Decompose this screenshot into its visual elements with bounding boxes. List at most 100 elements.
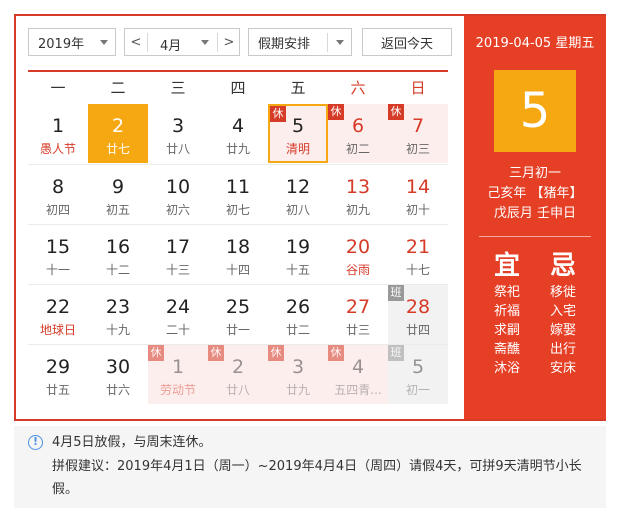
calendar-day-cell[interactable]: 休 2 廿八 [208, 345, 268, 404]
holiday-badge: 休 [388, 104, 404, 120]
calendar-week-row: 1 愚人节 2 廿七 3 廿八 4 廿九 休 5 清明 休 6 初二 休 7 初… [28, 104, 448, 164]
weekday-label: 一 [50, 79, 66, 97]
holiday-calendar-widget: 2019年 < 4月 > 假期安排 返回今天 一 二 三 四 五 六 日 1 愚… [14, 14, 606, 421]
calendar-day-cell[interactable]: 22 地球日 [28, 285, 88, 344]
lunar-label: 初五 [105, 203, 130, 217]
calendar-day-cell[interactable]: 休 3 廿九 [268, 345, 328, 404]
yi-heading: 宜 [493, 251, 520, 281]
lunar-label: 清明 [285, 142, 310, 156]
calendar-day-cell[interactable]: 3 廿八 [148, 104, 208, 163]
calendar-day-cell[interactable]: 27 廿三 [328, 285, 388, 344]
calendar-day-cell[interactable]: 15 十一 [28, 225, 88, 284]
calendar-day-cell[interactable]: 25 廿一 [208, 285, 268, 344]
calendar-week-row: 8 初四 9 初五 10 初六 11 初七 12 初八 13 初九 14 初十 [28, 164, 448, 224]
calendar-day-cell[interactable]: 16 十二 [88, 225, 148, 284]
day-number: 21 [405, 236, 431, 258]
day-number: 14 [405, 176, 431, 198]
yi-item: 斋醮 [493, 342, 520, 357]
lunar-date: 三月初一 [508, 166, 561, 181]
day-number: 3 [291, 356, 305, 378]
day-number: 17 [165, 236, 191, 258]
lunar-label: 初三 [405, 142, 430, 156]
day-number: 10 [165, 176, 191, 198]
calendar-day-cell[interactable]: 26 廿二 [268, 285, 328, 344]
calendar-day-cell[interactable]: 20 谷雨 [328, 225, 388, 284]
chevron-down-icon [100, 40, 108, 45]
lunar-label: 廿六 [105, 383, 130, 397]
calendar-day-cell[interactable]: 8 初四 [28, 165, 88, 224]
lunar-label: 十四 [225, 263, 250, 277]
ji-item: 入宅 [549, 304, 576, 319]
day-number: 18 [225, 236, 251, 258]
calendar-day-cell[interactable]: 29 廿五 [28, 345, 88, 404]
calendar-week-row: 15 十一 16 十二 17 十三 18 十四 19 十五 20 谷雨 21 十… [28, 224, 448, 284]
lunar-label: 廿九 [285, 383, 310, 397]
calendar-day-cell[interactable]: 9 初五 [88, 165, 148, 224]
calendar-day-cell[interactable]: 18 十四 [208, 225, 268, 284]
day-number: 30 [105, 356, 131, 378]
yi-item: 祭祀 [493, 285, 520, 300]
ji-column: 忌 移徙 入宅 嫁娶 出行 安床 [535, 249, 591, 378]
calendar-day-cell[interactable]: 30 廿六 [88, 345, 148, 404]
day-number: 13 [345, 176, 371, 198]
calendar-grid: 1 愚人节 2 廿七 3 廿八 4 廿九 休 5 清明 休 6 初二 休 7 初… [28, 104, 448, 404]
lunar-label: 廿四 [405, 323, 430, 337]
lunar-label: 谷雨 [345, 263, 370, 277]
ji-item: 移徙 [549, 285, 576, 300]
month-select-value[interactable]: 4月 [151, 35, 181, 54]
day-number: 25 [225, 296, 251, 318]
calendar-day-cell[interactable]: 4 廿九 [208, 104, 268, 163]
day-number: 16 [105, 236, 131, 258]
calendar-day-cell[interactable]: 班 5 初一 [388, 345, 448, 404]
lunar-label: 十九 [105, 323, 130, 337]
calendar-day-cell-selected[interactable]: 2 廿七 [88, 104, 148, 163]
lunar-label: 五四青... [334, 383, 382, 397]
weekday-label: 五 [290, 79, 306, 97]
calendar-day-cell[interactable]: 休 1 劳动节 [148, 345, 208, 404]
calendar-day-cell[interactable]: 班 28 廿四 [388, 285, 448, 344]
calendar-day-cell[interactable]: 休 6 初二 [328, 104, 388, 163]
weekday-label: 六 [350, 79, 366, 97]
lunar-label: 初一 [405, 383, 430, 397]
calendar-day-cell[interactable]: 休 7 初三 [388, 104, 448, 163]
ji-item: 嫁娶 [549, 323, 576, 338]
calendar-day-cell[interactable]: 24 二十 [148, 285, 208, 344]
calendar-week-row: 29 廿五 30 廿六 休 1 劳动节 休 2 廿八 休 3 廿九 休 4 五四… [28, 344, 448, 404]
calendar-day-cell[interactable]: 10 初六 [148, 165, 208, 224]
holiday-badge: 休 [270, 106, 286, 122]
calendar-day-cell[interactable]: 1 愚人节 [28, 104, 88, 163]
weekday-label: 二 [110, 79, 126, 97]
lunar-label: 廿五 [45, 383, 70, 397]
tip-line-1: 4月5日放假，与周末连休。 [52, 435, 212, 450]
year-select[interactable]: 2019年 [28, 28, 116, 56]
holiday-select[interactable]: 假期安排 [248, 28, 352, 56]
yi-ji-section: 宜 祭祀 祈福 求嗣 斋醮 沐浴 忌 移徙 入宅 嫁娶 出行 安床 [464, 249, 606, 378]
calendar-day-cell[interactable]: 11 初七 [208, 165, 268, 224]
day-number: 12 [285, 176, 311, 198]
prev-month-button[interactable]: < [125, 29, 147, 55]
lunar-label: 廿九 [225, 142, 250, 156]
calendar-day-cell-today[interactable]: 休 5 清明 [268, 104, 328, 163]
day-number: 1 [51, 115, 65, 137]
calendar-day-cell[interactable]: 14 初十 [388, 165, 448, 224]
calendar-day-cell[interactable]: 23 十九 [88, 285, 148, 344]
yi-column: 宜 祭祀 祈福 求嗣 斋醮 沐浴 [479, 249, 535, 378]
divider [327, 33, 328, 52]
lunar-label: 初七 [225, 203, 250, 217]
back-to-today-button[interactable]: 返回今天 [362, 28, 452, 56]
day-number: 4 [351, 356, 365, 378]
year-select-value: 2019年 [38, 36, 85, 52]
calendar-day-cell[interactable]: 12 初八 [268, 165, 328, 224]
calendar-day-cell[interactable]: 13 初九 [328, 165, 388, 224]
day-detail-panel: 2019-04-05 星期五 5 三月初一 己亥年 【猪年】 戊辰月 壬申日 宜… [464, 16, 606, 419]
yi-item: 沐浴 [493, 361, 520, 376]
calendar-day-cell[interactable]: 19 十五 [268, 225, 328, 284]
next-month-button[interactable]: > [218, 29, 240, 55]
lunar-label: 初八 [285, 203, 310, 217]
calendar-day-cell[interactable]: 17 十三 [148, 225, 208, 284]
calendar-day-cell[interactable]: 休 4 五四青... [328, 345, 388, 404]
calendar-day-cell[interactable]: 21 十七 [388, 225, 448, 284]
chevron-down-icon[interactable] [201, 40, 209, 45]
lunar-label: 十五 [285, 263, 310, 277]
day-number: 15 [45, 236, 71, 258]
